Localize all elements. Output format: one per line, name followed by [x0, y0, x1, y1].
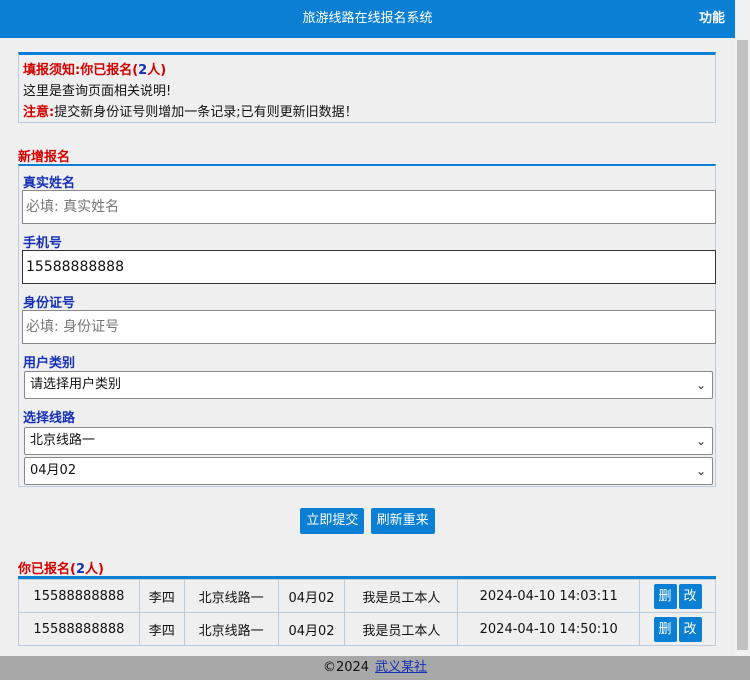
route-cell: 北京线路一: [183, 579, 279, 613]
type-cell: 我是员工本人: [344, 612, 459, 646]
id-input[interactable]: [22, 310, 716, 344]
time-cell: 2024-04-10 14:50:10: [457, 612, 641, 646]
delete-button[interactable]: 删: [653, 583, 677, 609]
phone-cell: 15588888888: [18, 612, 140, 646]
date-cell: 04月02: [277, 579, 346, 613]
name-label: 真实姓名: [23, 176, 76, 191]
chevron-down-icon: ⌄: [695, 434, 706, 448]
vertical-scrollbar[interactable]: [735, 0, 750, 656]
user-type-select[interactable]: 请选择用户类别 ⌄: [24, 371, 713, 399]
chevron-down-icon: ⌄: [695, 464, 706, 478]
list-count: 2: [75, 562, 85, 577]
top-bar: 旅游线路在线报名系统 功能: [0, 0, 735, 38]
footer: ©2024 武义某社: [0, 656, 750, 680]
phone-label: 手机号: [23, 236, 63, 251]
time-cell: 2024-04-10 14:03:11: [457, 579, 641, 613]
notice-warning: 注意:提交新身份证号则增加一条记录;已有则更新旧数据！: [23, 105, 358, 120]
reset-button[interactable]: 刷新重来: [370, 508, 435, 534]
phone-input[interactable]: [22, 250, 716, 284]
user-type-selected: 请选择用户类别: [30, 377, 122, 392]
route-cell: 北京线路一: [183, 612, 279, 646]
name-cell: 李四: [138, 579, 185, 613]
registration-list: 15588888888 李四 北京线路一 04月02 我是员工本人 2024-0…: [18, 576, 716, 646]
action-cell: 删改: [639, 579, 716, 613]
route-label: 选择线路: [23, 411, 76, 426]
function-menu-button[interactable]: 功能: [699, 0, 725, 38]
notice-panel: 填报须知:你已报名(2人) 这里是查询页面相关说明! 注意:提交新身份证号则增加…: [18, 52, 716, 123]
form-actions: 立即提交 刷新重来: [0, 508, 735, 534]
action-cell: 删改: [639, 612, 716, 646]
id-label: 身份证号: [23, 296, 76, 311]
phone-cell: 15588888888: [18, 579, 140, 613]
notice-title: 填报须知:你已报名(2人): [23, 63, 167, 78]
scrollbar-thumb[interactable]: [737, 40, 748, 650]
form-section-title: 新增报名: [18, 150, 71, 165]
registration-table: 15588888888 李四 北京线路一 04月02 我是员工本人 2024-0…: [18, 579, 716, 646]
edit-button[interactable]: 改: [678, 616, 702, 642]
copyright-text: ©2024: [322, 660, 370, 675]
submit-button[interactable]: 立即提交: [300, 508, 365, 534]
registration-form: 真实姓名 手机号 身份证号 用户类别 请选择用户类别 ⌄ 选择线路 北京线路一 …: [18, 164, 716, 487]
name-cell: 李四: [138, 612, 185, 646]
app-title: 旅游线路在线报名系统: [302, 11, 433, 26]
route-selected: 北京线路一: [30, 433, 96, 448]
date-select[interactable]: 04月02 ⌄: [24, 457, 713, 485]
table-row: 15588888888 李四 北京线路一 04月02 我是员工本人 2024-0…: [18, 579, 716, 613]
notice-count: 2: [138, 63, 148, 78]
edit-button[interactable]: 改: [678, 583, 702, 609]
footer-link[interactable]: 武义某社: [375, 660, 427, 675]
name-input[interactable]: [22, 190, 716, 224]
list-section-title: 你已报名(2人): [18, 562, 104, 577]
type-cell: 我是员工本人: [344, 579, 459, 613]
chevron-down-icon: ⌄: [695, 378, 706, 392]
delete-button[interactable]: 删: [653, 616, 677, 642]
table-row: 15588888888 李四 北京线路一 04月02 我是员工本人 2024-0…: [18, 612, 716, 646]
user-type-label: 用户类别: [23, 356, 76, 371]
notice-description: 这里是查询页面相关说明!: [23, 84, 172, 99]
route-select[interactable]: 北京线路一 ⌄: [24, 427, 713, 455]
date-cell: 04月02: [277, 612, 346, 646]
date-selected: 04月02: [30, 463, 77, 478]
